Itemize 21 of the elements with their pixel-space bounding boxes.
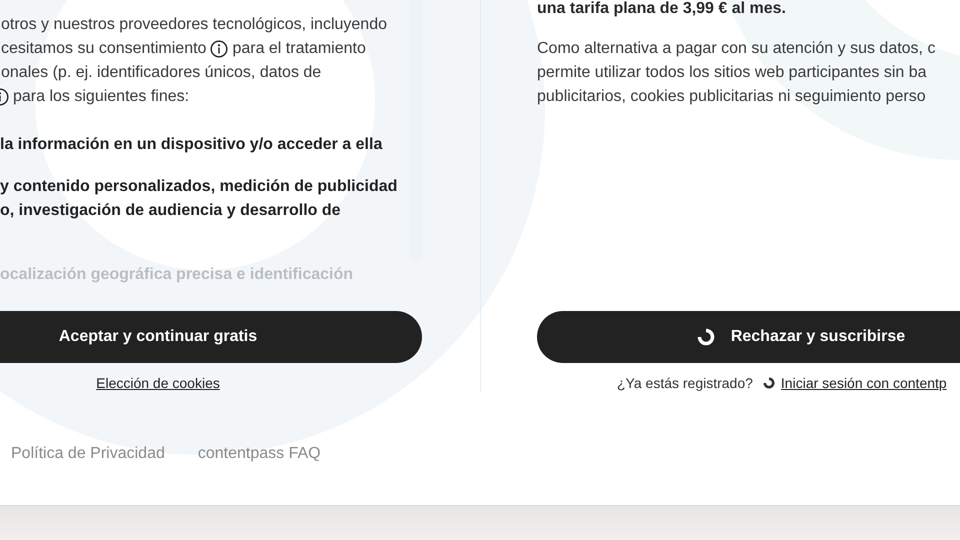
accept-button[interactable]: Aceptar y continuar gratis — [0, 311, 422, 363]
purpose-text: y contenido personalizados, medición de publicidad — [0, 177, 398, 197]
consent-text: para los siguientes fines: — [13, 87, 190, 107]
consent-text: cesitamos su consentimiento — [1, 39, 206, 59]
cookie-choice-link[interactable]: Elección de cookies — [96, 373, 220, 393]
login-link[interactable]: Iniciar sesión con contentp — [780, 373, 947, 393]
consent-text: para el tratamiento — [232, 39, 366, 59]
consent-text: otros y nuestros proveedores tecnológicos, incluyendo — [1, 15, 387, 35]
purpose-text: ocalización geográfica precisa e identificación — [0, 265, 354, 285]
info-icon[interactable] — [210, 40, 228, 58]
description-text: publicitarios, cookies publicitarias ni seguimiento perso — [537, 87, 927, 107]
price-text: una tarifa plana de 3,99 € al mes. — [537, 0, 787, 19]
reject-button[interactable]: Rechazar y suscribirse — [537, 311, 960, 363]
purpose-text: o, investigación de audiencia y desarrollo de — [0, 201, 342, 221]
description-text: permite utilizar todos los sitios web participantes sin ba — [537, 63, 928, 83]
spinner-icon — [762, 377, 775, 389]
purpose-text: la información en un dispositivo y/o acceder a ella — [0, 135, 384, 155]
consent-text: onales (p. ej. identificadores únicos, datos de — [1, 63, 322, 83]
spinner-icon — [696, 328, 715, 346]
description-text: Como alternativa a pagar con su atención y sus datos, c — [537, 39, 936, 59]
registered-prompt: ¿Ya estás registrado? — [617, 374, 753, 393]
